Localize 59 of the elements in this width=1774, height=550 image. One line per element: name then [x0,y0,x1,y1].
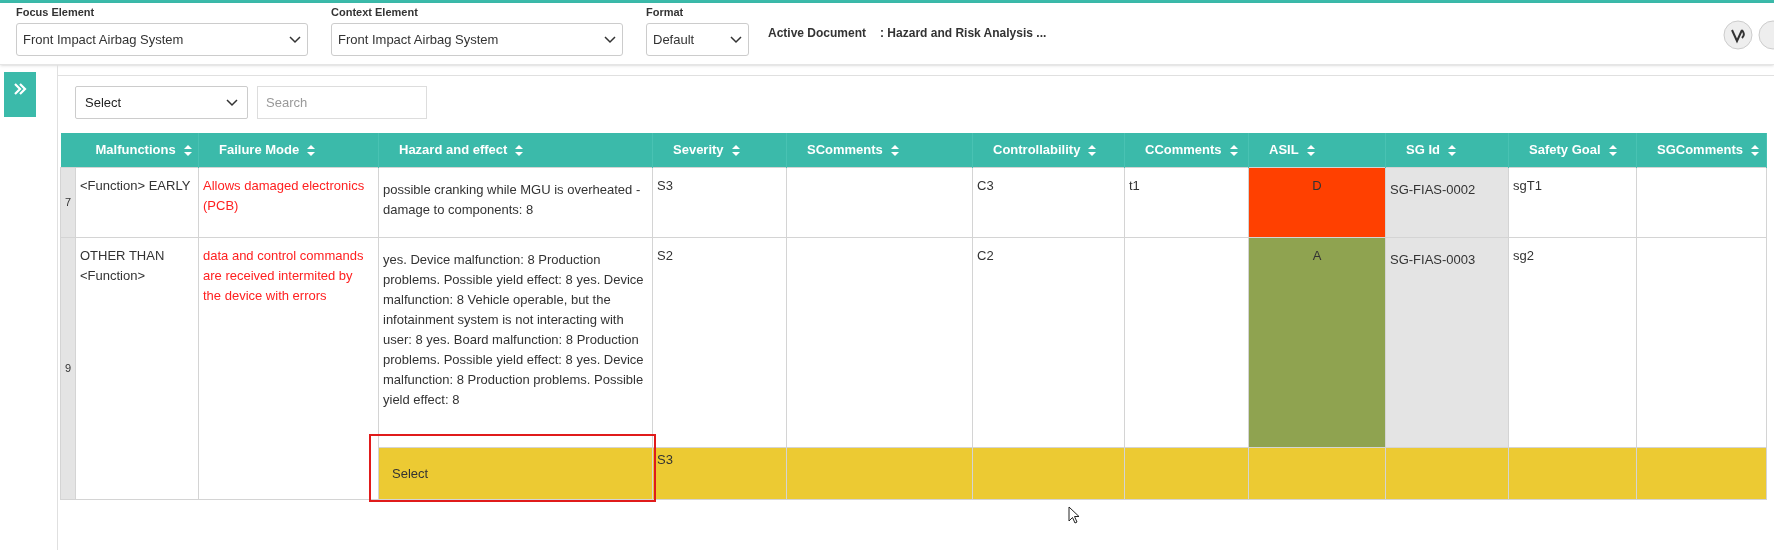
column-header[interactable]: Safety Goal [1508,133,1637,167]
controllability-cell: C2 [972,237,1125,447]
column-header[interactable]: Malfunctions [75,133,199,167]
asil-cell: A [1248,237,1386,447]
active-document-value: : Hazard and Risk Analysis ... [880,25,1047,42]
sort-icon [890,145,899,157]
active-document-label: Active Document [768,25,867,42]
row-number: 9 [60,237,76,499]
hazard-cell: yes. Device malfunction: 8 Production problems. Possible yield effect: 8 yes. Device malfunction: 8 Vehicle operable, but the infotainment system is not interacting with user: 8 yes. Board malfunction: 8 Production problems. Possible yield effect: 8 yes. Device malfunction: 8 Production problems. Possible yield effect: 8 [378,237,653,447]
column-header[interactable]: CComments [1124,133,1249,167]
column-header[interactable]: SGComments [1636,133,1767,167]
malfunction-cell: <Function> EARLY [75,167,199,237]
safety-goal-cell: sgT1 [1508,167,1637,237]
field-label: Context Element [331,5,419,20]
severity-cell: S3 [652,167,787,237]
sort-icon [307,145,316,157]
column-header[interactable]: SComments [786,133,973,167]
row-number: 7 [60,167,76,237]
double-chevron-right-icon [13,82,27,95]
severity-cell: S2 [652,237,787,447]
dropdown[interactable]: Default [646,23,749,56]
column-header[interactable]: Failure Mode [198,133,379,167]
sort-icon [1229,145,1238,157]
malfunction-cell: OTHER THAN <Function> [75,237,199,499]
failure-mode-cell: Allows damaged electronics (PCB) [198,167,379,237]
chevron-down-icon [289,35,301,44]
column-header[interactable]: Severity [652,133,787,167]
severity-cell: S3 [652,447,787,499]
controllability-cell: C3 [972,167,1125,237]
asil-cell: D [1248,167,1386,237]
sort-icon [515,145,524,157]
sort-icon [731,145,740,157]
hazard-select[interactable]: Select [392,466,429,481]
sg-id-cell: SG-FIAS-0002 [1385,167,1509,237]
mouse-pointer-icon [1068,506,1080,524]
sort-icon [1750,145,1759,157]
sort-icon [1608,145,1617,157]
column-header[interactable]: Controllability [972,133,1125,167]
logo-icon[interactable] [1723,20,1753,50]
ccomments-cell: t1 [1124,167,1249,237]
sort-icon [1088,145,1097,157]
chevron-down-icon [226,98,238,107]
search-field[interactable]: Search [257,86,427,119]
sort-icon [1306,145,1315,157]
dropdown[interactable]: Front Impact Airbag System [16,23,308,56]
expand-sidebar-button[interactable] [4,72,36,117]
failure-mode-cell: data and control commands are received intermited by the device with errors [198,237,379,499]
column-header[interactable]: Hazard and effect [378,133,653,167]
field-label: Focus Element [16,5,96,20]
chevron-down-icon [730,35,742,44]
dropdown[interactable]: Front Impact Airbag System [331,23,623,56]
filter-dropdown[interactable]: Select [75,86,248,119]
safety-goal-cell: sg2 [1508,237,1637,447]
field-label: Format [646,5,685,20]
chevron-down-icon [604,35,616,44]
sort-icon [1447,145,1456,157]
hazard-cell: possible cranking while MGU is overheated - damage to components: 8 [378,167,653,237]
sg-id-cell: SG-FIAS-0003 [1385,237,1509,447]
sort-icon [183,145,192,157]
